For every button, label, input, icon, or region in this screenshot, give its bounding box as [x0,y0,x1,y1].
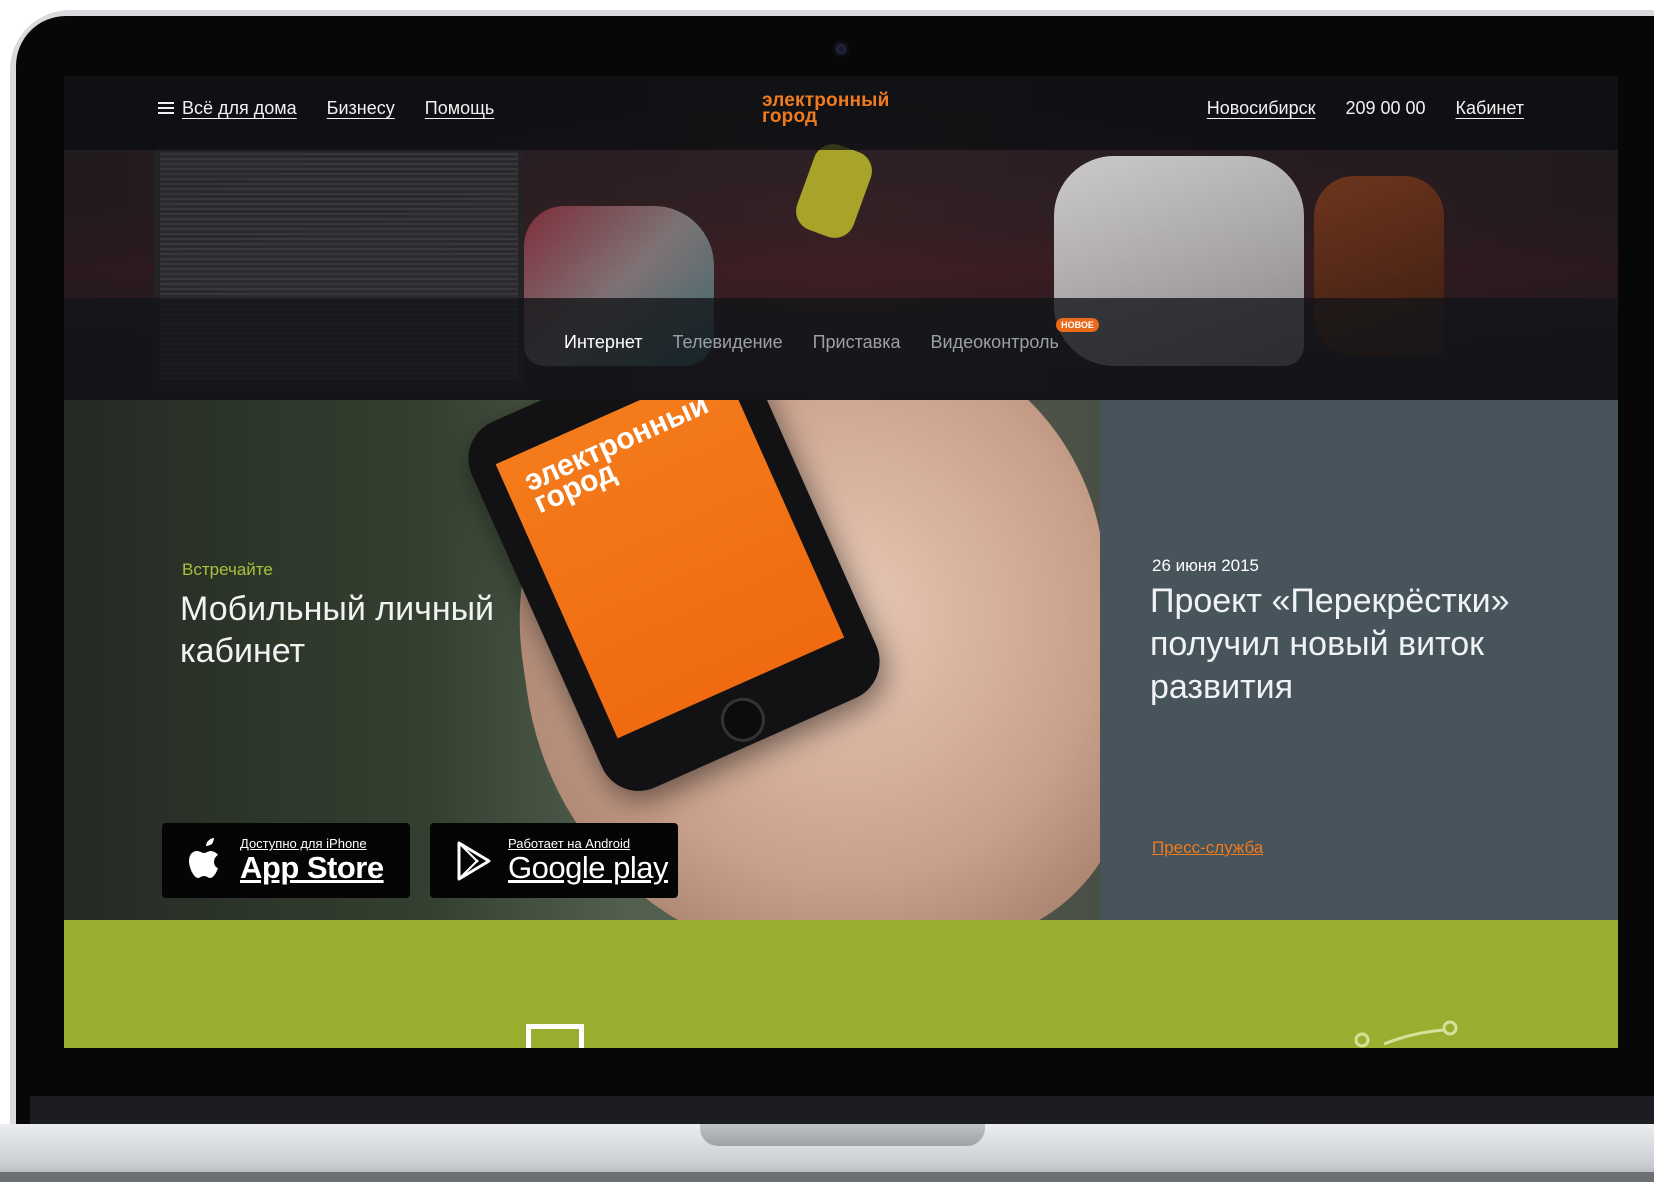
tab-video-control[interactable]: Видеоконтроль НОВОЕ [930,318,1099,353]
chart-icon [1354,1020,1458,1048]
news-date: 26 июня 2015 [1152,556,1260,575]
cabinet-link[interactable]: Кабинет [1456,98,1524,119]
service-tabs: Интернет Телевидение Приставка Видеоконт… [564,318,1099,353]
nav-item-home[interactable]: Всё для дома [158,98,297,119]
news-title[interactable]: Проект «Перекрёстки» получил новый виток… [1150,580,1570,709]
appstore-caption: Доступно для iPhone [240,836,367,851]
tab-internet[interactable]: Интернет [564,332,643,353]
phone-number: 209 00 00 [1345,98,1426,118]
logo-line-2: город [762,106,818,127]
city-selector[interactable]: Новосибирск [1207,98,1316,119]
site-logo[interactable]: электронный город [762,91,890,127]
camera-icon [833,41,849,57]
hero-sneaker-image-2 [790,138,878,244]
main-nav: Всё для дома Бизнесу Помощь [158,98,494,119]
screen-icon [526,1024,584,1048]
tab-settop-box[interactable]: Приставка [813,332,901,353]
new-badge: НОВОЕ [1056,318,1099,332]
tab-video-control-label: Видеоконтроль [930,332,1059,352]
laptop-notch [700,1124,985,1146]
appstore-button[interactable]: Доступно для iPhone App Store [162,823,410,898]
nav-link-help[interactable]: Помощь [425,98,495,119]
google-play-label: Google play [508,850,668,885]
google-play-caption: Работает на Android [508,836,631,851]
laptop-base-edge [0,1172,1654,1182]
promo-banner: электронный город Встречайте Мобильный л… [64,400,1100,920]
nav-link-home[interactable]: Всё для дома [182,98,297,119]
phone-logo: электронный город [519,400,731,520]
news-panel: 26 июня 2015 Проект «Перекрёстки» получи… [1100,400,1618,920]
header-right: Новосибирск 209 00 00 Кабинет [1207,98,1524,119]
google-play-button[interactable]: Работает на Android Google play [430,823,678,898]
google-play-icon [452,839,496,883]
features-band [64,920,1618,1048]
tab-tv[interactable]: Телевидение [673,332,783,353]
press-service-link[interactable]: Пресс-служба [1152,838,1263,858]
apple-icon [184,837,228,883]
bezel-bottom [30,1096,1654,1126]
promo-kicker: Встречайте [182,560,273,579]
nav-link-business[interactable]: Бизнесу [327,98,395,119]
promo-title: Мобильный личный кабинет [180,590,495,670]
screen: Всё для дома Бизнесу Помощь электронный … [64,76,1618,1048]
burger-menu-icon[interactable] [158,102,174,115]
appstore-label: App Store [240,850,384,885]
